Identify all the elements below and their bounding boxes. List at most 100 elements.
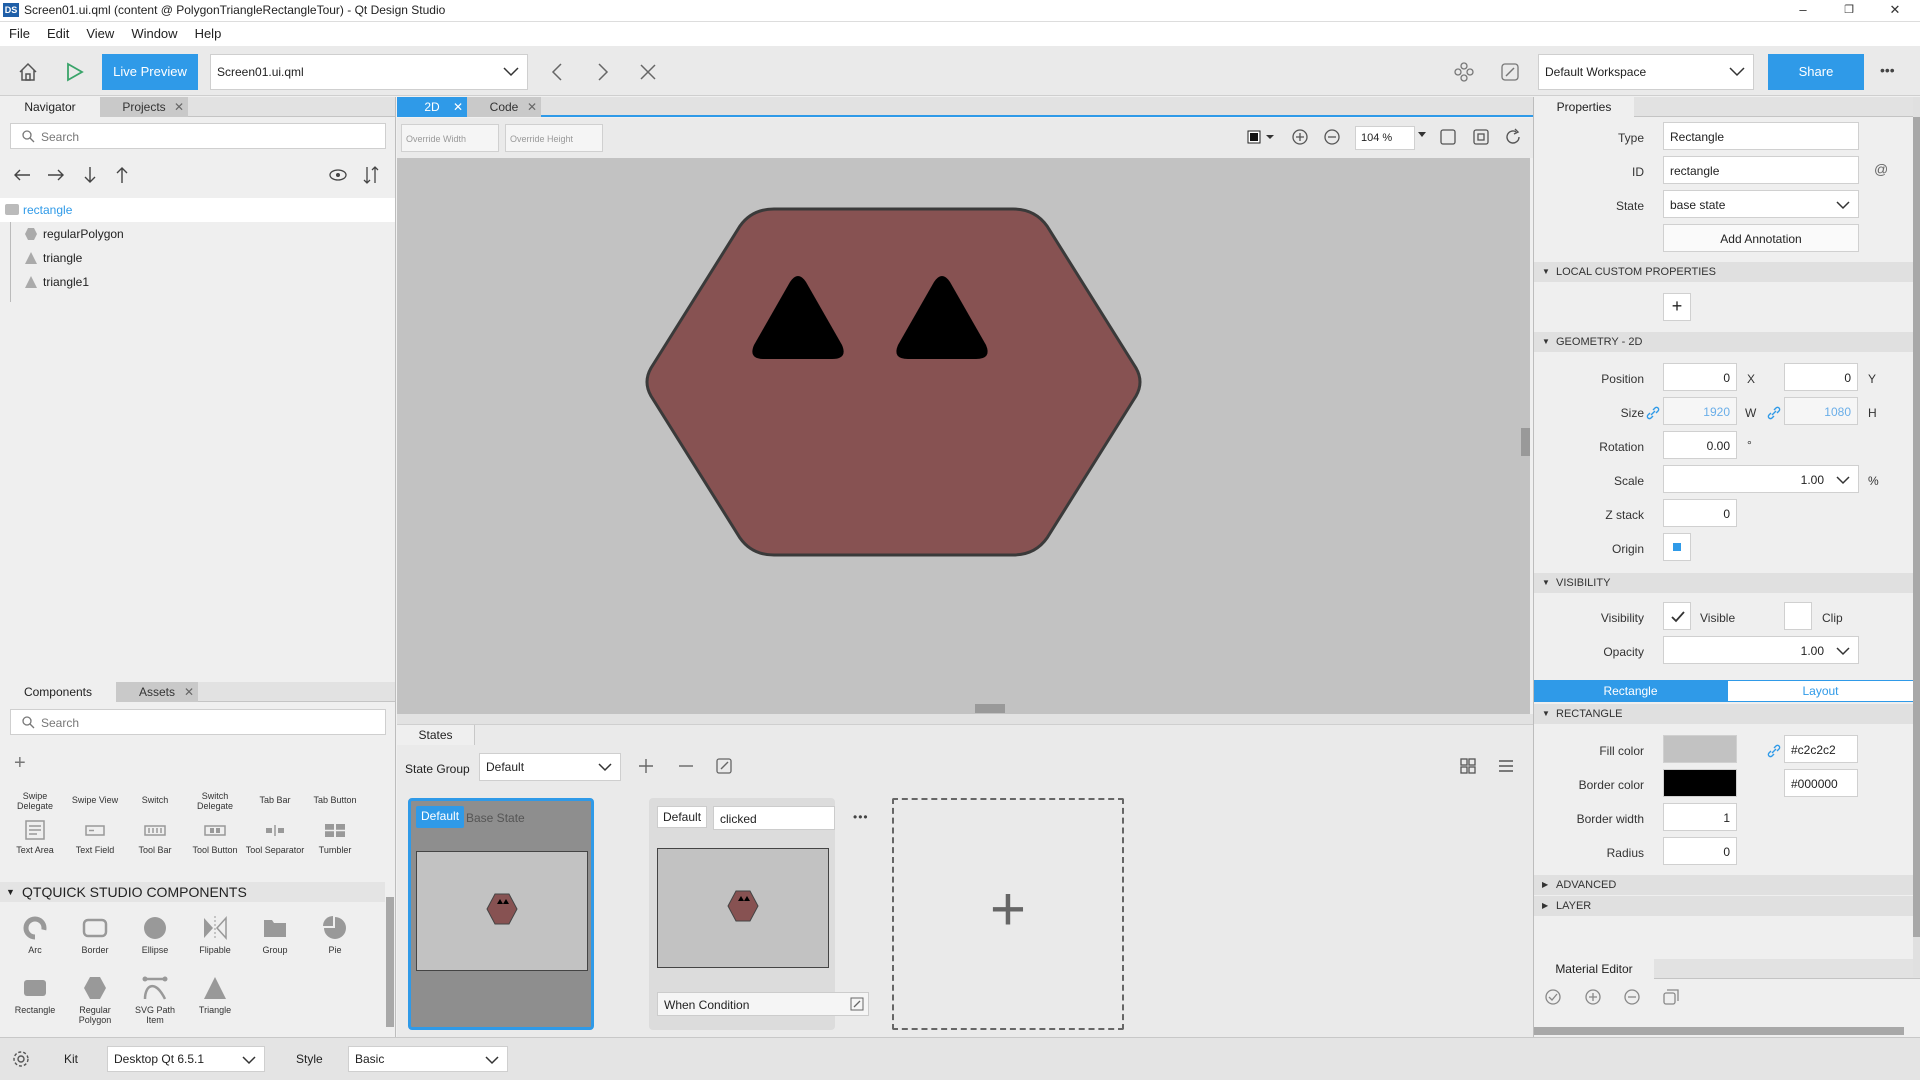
position-x-field[interactable]: 0 [1663,363,1737,391]
menu-file[interactable]: File [0,22,38,41]
comp-swipe-delegate[interactable]: Swipe Delegate [5,791,65,811]
design-canvas[interactable] [397,158,1530,714]
menu-help[interactable]: Help [186,22,230,41]
share-button[interactable]: Share [1768,54,1864,90]
zoom-dropdown-icon[interactable] [1417,131,1427,139]
canvas-vertical-scrollbar[interactable] [1521,428,1530,456]
opacity-field[interactable]: 1.00 [1663,636,1859,664]
zstack-field[interactable]: 0 [1663,499,1737,527]
move-down-icon[interactable] [82,165,98,185]
rectangle-header[interactable]: ▼ RECTANGLE [1534,704,1914,724]
fill-color-field[interactable]: #c2c2c2 [1784,735,1858,763]
origin-picker[interactable] [1663,533,1691,561]
menu-view[interactable]: View [77,22,122,41]
comp-triangle[interactable]: Triangle [185,975,245,1015]
comp-tool-separator[interactable]: Tool Separator [245,819,305,855]
edit-annotation-icon[interactable] [1494,56,1526,88]
comp-flipable[interactable]: Flipable [185,915,245,955]
comp-tool-bar[interactable]: Tool Bar [125,819,185,855]
override-width-input[interactable]: Override Width [401,124,499,152]
comp-tool-button[interactable]: Tool Button [185,819,245,855]
clip-checkbox[interactable] [1784,602,1812,630]
copy-material-icon[interactable] [1662,988,1680,1006]
zoom-level-input[interactable]: 104 % [1355,126,1415,150]
type-field[interactable]: Rectangle [1663,122,1859,150]
settings-icon[interactable] [12,1050,30,1068]
geometry-header[interactable]: ▼ GEOMETRY - 2D [1534,332,1914,352]
comp-rectangle[interactable]: Rectangle [5,975,65,1015]
comp-text-area[interactable]: Text Area [5,819,65,855]
rotation-field[interactable]: 0.00 [1663,431,1737,459]
components-tree-icon[interactable] [1448,56,1480,88]
tab-components[interactable]: Components [0,682,116,702]
state-group-selector[interactable]: Default [479,753,621,781]
state-card-base[interactable]: Default Base State [408,798,594,1030]
components-search-input[interactable]: Search [10,709,386,735]
comp-text-field[interactable]: Text Field [65,819,125,855]
home-icon[interactable] [12,56,44,88]
when-condition-input[interactable]: When Condition [657,992,869,1016]
minimize-button[interactable]: – [1780,0,1826,22]
scale-field[interactable]: 1.00 [1663,465,1859,493]
add-annotation-button[interactable]: Add Annotation [1663,224,1859,252]
more-options-icon[interactable]: ••• [1880,62,1895,78]
forward-icon[interactable] [586,56,618,88]
close-icon[interactable]: ✕ [527,97,537,117]
apply-material-icon[interactable] [1544,988,1562,1006]
add-state-button[interactable]: + [892,798,1124,1030]
tab-properties[interactable]: Properties [1534,97,1634,117]
local-custom-properties-header[interactable]: ▼ LOCAL CUSTOM PROPERTIES [1534,262,1914,282]
comp-pie[interactable]: Pie [305,915,365,955]
comp-tab-button[interactable]: Tab Button [305,795,365,805]
comp-group[interactable]: Group [245,915,305,955]
navigator-search-input[interactable]: Search [10,123,386,149]
fill-color-swatch[interactable] [1663,735,1737,763]
nav-item-triangle[interactable]: triangle [0,246,395,270]
fit-selection-icon[interactable] [1472,128,1490,146]
edit-state-group-icon[interactable] [715,757,733,775]
menu-edit[interactable]: Edit [38,22,77,41]
override-height-input[interactable]: Override Height [505,124,603,152]
close-window-button[interactable]: ✕ [1872,0,1918,22]
nav-item-triangle1[interactable]: triangle1 [0,270,395,294]
state-selector[interactable]: base state [1663,190,1859,218]
live-preview-button[interactable]: Live Preview [102,54,198,90]
add-property-button[interactable]: + [1663,293,1691,321]
tab-rectangle[interactable]: Rectangle [1534,680,1727,702]
tab-navigator[interactable]: Navigator [0,97,100,117]
move-up-icon[interactable] [114,165,130,185]
list-view-icon[interactable] [1497,757,1515,775]
grid-view-icon[interactable] [1459,757,1477,775]
tab-layout[interactable]: Layout [1727,680,1914,702]
reset-view-icon[interactable] [1504,128,1522,146]
comp-tab-bar[interactable]: Tab Bar [245,795,305,805]
state-menu-icon[interactable]: ••• [853,810,869,824]
position-y-field[interactable]: 0 [1784,363,1858,391]
border-color-swatch[interactable] [1663,769,1737,797]
comp-svg-path-item[interactable]: SVG Path Item [125,975,185,1025]
size-width-field[interactable]: 1920 [1663,397,1737,425]
splitter[interactable] [397,714,1533,724]
state-default-badge[interactable]: Default [657,806,708,828]
move-right-icon[interactable] [46,167,66,183]
advanced-header[interactable]: ▶ ADVANCED [1534,875,1914,895]
nav-item-regularpolygon[interactable]: regularPolygon [0,222,395,302]
visibility-filter-icon[interactable] [328,168,348,182]
menu-window[interactable]: Window [122,22,185,41]
workspace-selector[interactable]: Default Workspace [1538,54,1754,90]
border-color-field[interactable]: #000000 [1784,769,1858,797]
run-icon[interactable] [58,56,90,88]
comp-arc[interactable]: Arc [5,915,65,955]
comp-swipe-view[interactable]: Swipe View [65,795,125,805]
file-selector[interactable]: Screen01.ui.qml [210,54,528,90]
canvas-horizontal-scrollbar[interactable] [975,704,1005,713]
id-field[interactable]: rectangle [1663,156,1859,184]
properties-scrollbar[interactable] [1913,117,1920,937]
remove-material-icon[interactable] [1623,988,1641,1006]
radius-field[interactable]: 0 [1663,837,1737,865]
layer-header[interactable]: ▶ LAYER [1534,896,1914,916]
border-width-field[interactable]: 1 [1663,803,1737,831]
tab-states[interactable]: States [397,725,475,745]
comp-regular-polygon[interactable]: Regular Polygon [65,975,125,1025]
tab-assets[interactable]: Assets ✕ [116,682,198,702]
